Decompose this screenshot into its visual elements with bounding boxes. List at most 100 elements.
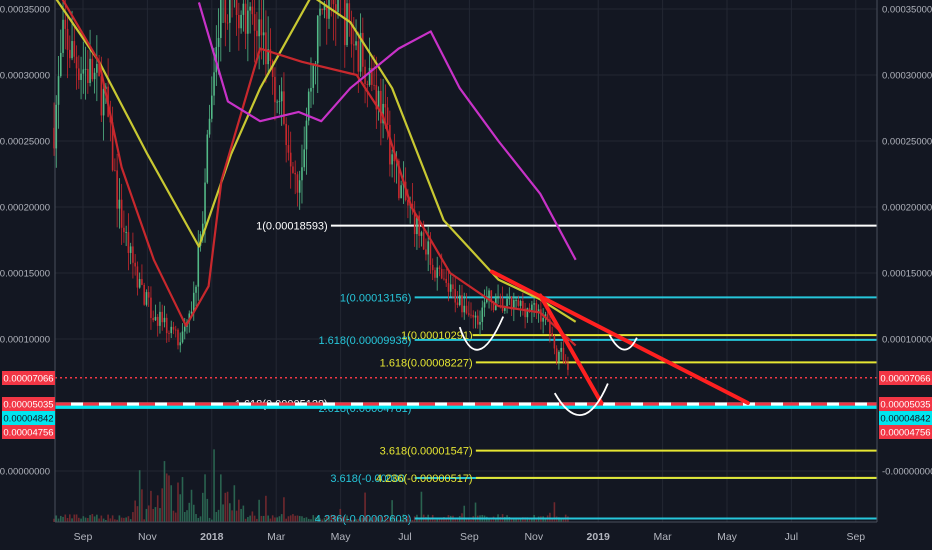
candle-body (531, 304, 533, 311)
candle-body (138, 279, 141, 288)
candle-body (506, 298, 508, 307)
candle-body (68, 49, 71, 59)
candle-body (129, 246, 132, 253)
candle-body (93, 72, 96, 80)
volume-bar (64, 514, 67, 522)
volume-bar (145, 508, 148, 522)
price-chart[interactable]: 1(0.00018593)1(0.00013156)1(0.00010291)1… (0, 0, 932, 550)
candle-body (91, 58, 94, 80)
volume-bar (305, 517, 308, 522)
candle-body (440, 268, 443, 279)
volume-bar (186, 510, 188, 522)
volume-bar (168, 475, 170, 522)
candle-body (172, 326, 175, 330)
candle-body (192, 292, 195, 312)
candle-body (497, 296, 499, 298)
candle-body (316, 15, 319, 64)
volume-bar (312, 515, 315, 522)
volume-bar (233, 485, 236, 522)
volume-bar (179, 494, 182, 522)
candle-body (206, 134, 209, 183)
fib-level-label: 3.618(0.00001547) (380, 446, 473, 458)
volume-bar (267, 515, 269, 522)
y-tick-label-left: 0.00015000 (0, 269, 50, 280)
candle-body (220, 0, 222, 38)
volume-bar (190, 489, 193, 522)
candle-body (447, 282, 450, 292)
price-badge-label-right: 0.00005035 (880, 400, 930, 411)
y-tick-label-right: 0.00035000 (882, 5, 932, 16)
volume-bar (247, 517, 249, 522)
x-tick-label: May (331, 531, 352, 543)
volume-bar (188, 502, 191, 522)
candle-body (240, 14, 242, 29)
candle-body (87, 68, 89, 83)
volume-bar (206, 498, 209, 522)
volume-bar (93, 516, 96, 522)
candle-body (143, 284, 145, 305)
candle-body (438, 267, 441, 269)
candle-body (540, 309, 542, 322)
volume-bar (107, 514, 109, 522)
volume-bar (292, 514, 294, 522)
volume-bar (100, 515, 103, 522)
candle-body (391, 154, 393, 165)
y-tick-label-left: 0.00025000 (0, 137, 50, 148)
candle-body (501, 298, 504, 311)
candle-body (463, 305, 466, 313)
candle-body (429, 241, 432, 265)
candle-body (400, 185, 402, 199)
volume-bar (258, 499, 260, 522)
volume-bar (134, 500, 136, 522)
y-tick-label-right: 0.00010000 (882, 335, 932, 346)
volume-bar (420, 491, 423, 522)
candle-body (553, 336, 556, 349)
price-badge-label-left: 0.00004756 (3, 428, 53, 439)
x-tick-label: May (717, 531, 738, 543)
candle-body (123, 227, 125, 233)
candle-body (163, 317, 166, 323)
candle-body (249, 6, 251, 11)
volume-bar (208, 517, 211, 522)
volume-bar (154, 507, 157, 522)
y-tick-label-left: 0.00030000 (0, 71, 50, 82)
candle-body (251, 6, 254, 15)
candle-body (301, 167, 303, 181)
candle-body (211, 95, 213, 119)
price-badge-label-right: 0.00007066 (880, 374, 930, 385)
candle-body (499, 296, 502, 299)
candle-body (305, 120, 308, 150)
volume-bar (265, 495, 267, 522)
volume-bar (127, 516, 130, 522)
volume-bar (278, 516, 281, 522)
volume-bar (195, 514, 197, 522)
candle-body (242, 3, 245, 15)
candle-body (483, 302, 486, 308)
candle-body (386, 107, 389, 125)
candle-body (141, 279, 143, 285)
volume-bar (217, 509, 220, 522)
volume-bar (147, 505, 150, 522)
candle-body (256, 30, 258, 37)
volume-bar (276, 517, 278, 522)
volume-bar (123, 517, 125, 522)
volume-bar (262, 515, 265, 522)
volume-bar (78, 517, 80, 522)
candle-body (321, 8, 324, 11)
candle-body (567, 363, 569, 370)
candle-body (183, 326, 186, 332)
candle-body (154, 316, 157, 321)
candle-body (449, 284, 452, 292)
candle-body (66, 28, 69, 50)
candle-body (235, 0, 238, 15)
volume-bar (213, 449, 215, 522)
candle-body (161, 311, 164, 323)
candle-body (100, 76, 103, 116)
candle-body (55, 104, 58, 149)
candle-body (258, 19, 260, 37)
volume-bar (138, 470, 141, 522)
volume-bar (125, 517, 127, 522)
volume-bar (172, 510, 175, 522)
candle-body (368, 67, 371, 85)
candle-body (280, 91, 283, 102)
